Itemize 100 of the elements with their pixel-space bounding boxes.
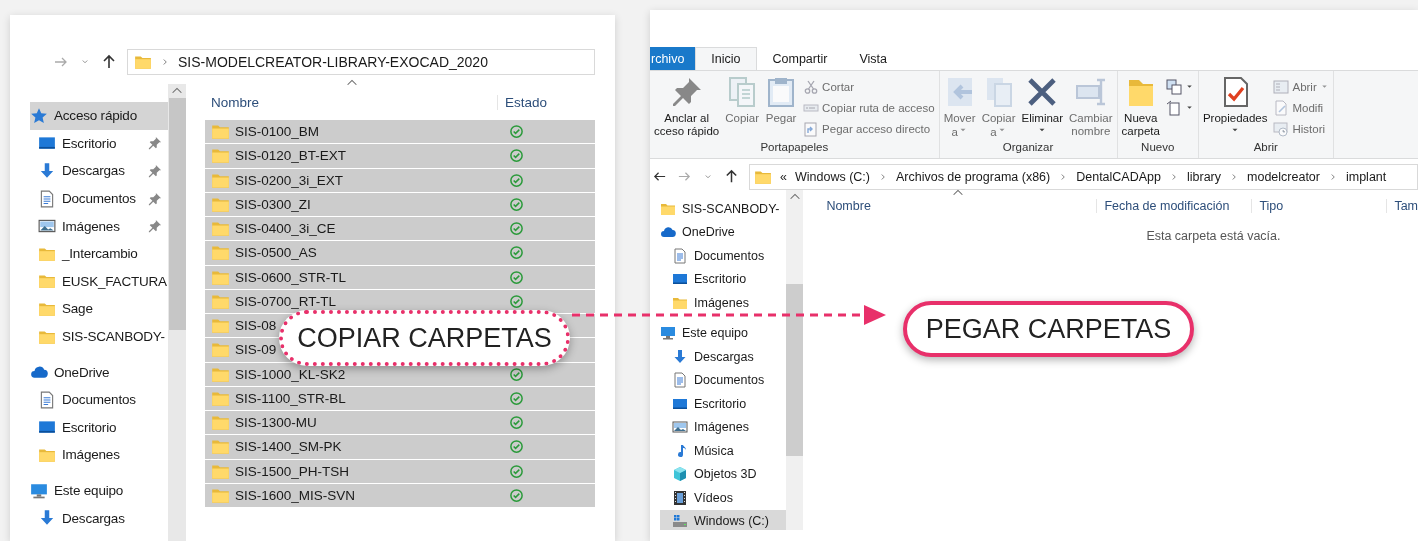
breadcrumb[interactable]: implant (1345, 169, 1387, 184)
nav-item[interactable]: Acceso rápido (30, 102, 168, 130)
nav-item[interactable]: Escritorio (30, 413, 168, 442)
nav-item[interactable]: Imágenes (660, 415, 787, 439)
breadcrumb[interactable]: Archivos de programa (x86) (895, 169, 1051, 184)
document-icon (672, 247, 688, 264)
ribbon-button[interactable]: Eliminar (1019, 76, 1066, 141)
history-icon (1273, 120, 1290, 137)
ribbon-tab[interactable]: Compartir (756, 47, 844, 70)
nav-item[interactable]: OneDrive (660, 220, 787, 244)
file-row[interactable]: SIS-1400_SM-PK (235, 439, 342, 455)
ribbon-tab[interactable]: rchivo (650, 47, 696, 70)
file-row[interactable]: SIS-0120_BT-EXT (235, 148, 347, 164)
rename-icon (1074, 76, 1107, 108)
file-row[interactable]: SIS-0600_STR-TL (235, 269, 347, 285)
breadcrumb[interactable]: Windows (C:) (794, 169, 870, 184)
nav-item[interactable]: Descargas (30, 157, 168, 185)
column-header[interactable]: Estado (497, 95, 548, 110)
check-circle-icon (509, 390, 524, 406)
star-icon (30, 106, 48, 125)
drive-icon (672, 513, 688, 530)
check-circle-icon (509, 366, 524, 382)
up-arrow-icon[interactable] (101, 53, 117, 70)
nav-item[interactable]: EUSK_FACTURA (30, 267, 168, 296)
nav-item[interactable]: Documentos (660, 244, 787, 268)
empty-message: Esta carpeta está vacía. (1145, 229, 1282, 243)
ribbon-button[interactable]: Nueva carpeta (1119, 76, 1162, 141)
file-row[interactable]: SIS-1000_KL-SK2 (235, 366, 346, 382)
download-arrow-icon (38, 162, 56, 180)
nav-item[interactable]: Descargas (660, 345, 787, 369)
document-icon (672, 372, 688, 389)
scrollbar[interactable] (168, 84, 186, 541)
delete-icon (1026, 76, 1059, 108)
new-item-icon (1165, 78, 1182, 95)
file-row[interactable]: SIS-0700_RT-TL (235, 293, 337, 309)
nav-item[interactable]: _Intercambio (30, 239, 168, 268)
ribbon-tab[interactable]: Vista (843, 47, 903, 70)
check-circle-icon (509, 293, 524, 309)
ribbon-button[interactable]: Propiedades (1200, 76, 1270, 141)
breadcrumb[interactable]: DentalCADApp (1076, 169, 1161, 184)
download-arrow-icon (672, 348, 688, 365)
ribbon-button[interactable]: Anclar al cceso rápido (652, 76, 722, 141)
column-header[interactable]: Fecha de modificación (1096, 199, 1252, 213)
file-row[interactable]: SIS-1100_STR-BL (235, 390, 346, 406)
file-row[interactable]: SIS-1500_PH-TSH (235, 463, 350, 479)
file-row[interactable]: SIS-0300_ZI (235, 196, 311, 212)
ribbon-tab[interactable]: Inicio (695, 47, 757, 70)
check-circle-icon (509, 124, 524, 140)
nav-item[interactable]: Escritorio (30, 129, 168, 158)
group-label: Organizar (1001, 141, 1055, 155)
file-row[interactable]: SIS-1600_MIS-SVN (235, 487, 356, 503)
landscape-icon (672, 419, 688, 436)
nav-item[interactable]: Descargas (30, 504, 168, 532)
file-row[interactable]: SIS-1300-MU (235, 415, 317, 431)
column-header[interactable]: Tipo (1251, 199, 1387, 213)
scrollbar[interactable] (786, 190, 804, 530)
nav-item[interactable]: Objetos 3D (660, 462, 787, 486)
nav-item[interactable]: SIS-SCANBODY- (30, 322, 168, 351)
cube-icon (672, 466, 688, 483)
pin-icon (670, 76, 703, 108)
column-header[interactable]: Nombre (205, 95, 497, 110)
file-row[interactable]: SIS-0100_BM (235, 124, 320, 140)
group-label: Abrir (1252, 141, 1279, 155)
nav-item[interactable]: Windows (C:) (660, 509, 787, 530)
breadcrumb[interactable]: modelcreator (1247, 169, 1320, 184)
nav-item[interactable]: Documentos (30, 184, 168, 213)
address-field[interactable]: SIS-MODELCREATOR-LIBRARY-EXOCAD_2020 (127, 48, 595, 75)
file-row[interactable]: SIS-0400_3i_CE (235, 221, 336, 237)
nav-item[interactable]: Este equipo (30, 476, 168, 505)
nav-item[interactable]: Documentos (30, 385, 168, 414)
nav-item[interactable]: Música (660, 439, 787, 463)
file-row[interactable]: SIS-08 (235, 318, 277, 334)
address-path: SIS-MODELCREATOR-LIBRARY-EXOCAD_2020 (178, 53, 488, 70)
nav-item[interactable]: Documentos (660, 368, 787, 392)
nav-item[interactable]: Imágenes (30, 441, 168, 469)
nav-item[interactable]: OneDrive (30, 358, 168, 386)
nav-item[interactable]: Escritorio (660, 392, 787, 416)
film-icon (672, 489, 688, 506)
column-header[interactable]: Nombre (818, 199, 1097, 213)
file-row[interactable]: SIS-09 (235, 342, 277, 358)
breadcrumb[interactable]: library (1186, 169, 1221, 184)
nav-item[interactable]: Escritorio (660, 267, 787, 291)
group-label: Nuevo (1140, 141, 1176, 155)
shortcut-icon (803, 120, 820, 137)
up-arrow-icon[interactable] (724, 169, 739, 184)
address-field[interactable]: « Windows (C:) Archivos de programa (x86) DentalCADApp library modelcreator implant (749, 163, 1418, 190)
nav-item[interactable]: Imágenes (660, 291, 787, 315)
nav-item[interactable]: SIS-SCANBODY- (660, 197, 787, 221)
nav-item[interactable]: Vídeos (660, 486, 787, 510)
nav-item[interactable]: Sage (30, 295, 168, 323)
overflow-chevron[interactable]: « (780, 169, 787, 184)
nav-item[interactable]: Imágenes (30, 212, 168, 240)
file-row[interactable]: SIS-0200_3i_EXT (235, 172, 344, 188)
nav-item[interactable]: Este equipo (660, 321, 787, 345)
check-circle-icon (509, 245, 524, 261)
file-row[interactable]: SIS-0500_AS (235, 245, 317, 261)
column-header[interactable]: Tam (1386, 199, 1418, 213)
computer-icon (30, 481, 48, 500)
document-icon (38, 189, 56, 208)
computer-icon (660, 325, 676, 342)
